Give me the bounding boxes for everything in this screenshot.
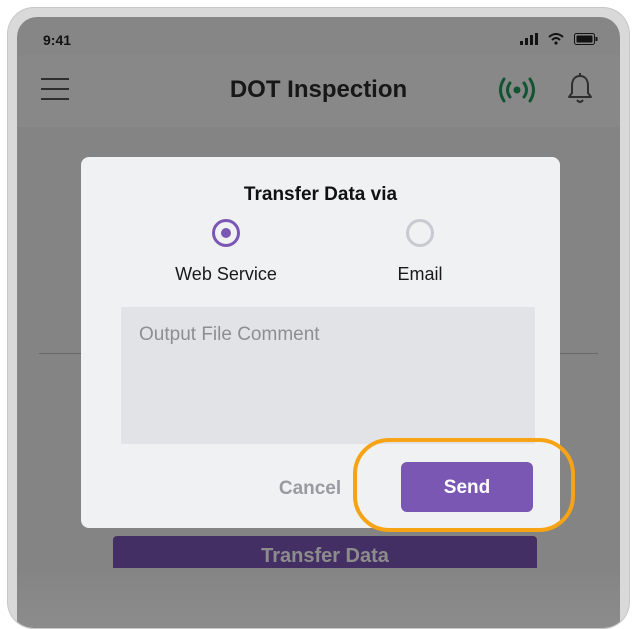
send-highlight-ring <box>353 438 575 532</box>
email-radio[interactable] <box>406 219 434 247</box>
web-service-label: Web Service <box>175 264 277 284</box>
option-email[interactable]: Email <box>350 219 490 285</box>
cancel-button[interactable]: Cancel <box>267 473 353 503</box>
email-label: Email <box>397 264 443 284</box>
dialog-title: Transfer Data via <box>243 184 398 205</box>
output-file-comment-input[interactable] <box>121 307 535 444</box>
web-service-radio[interactable] <box>212 219 240 247</box>
option-web-service[interactable]: Web Service <box>156 219 296 285</box>
